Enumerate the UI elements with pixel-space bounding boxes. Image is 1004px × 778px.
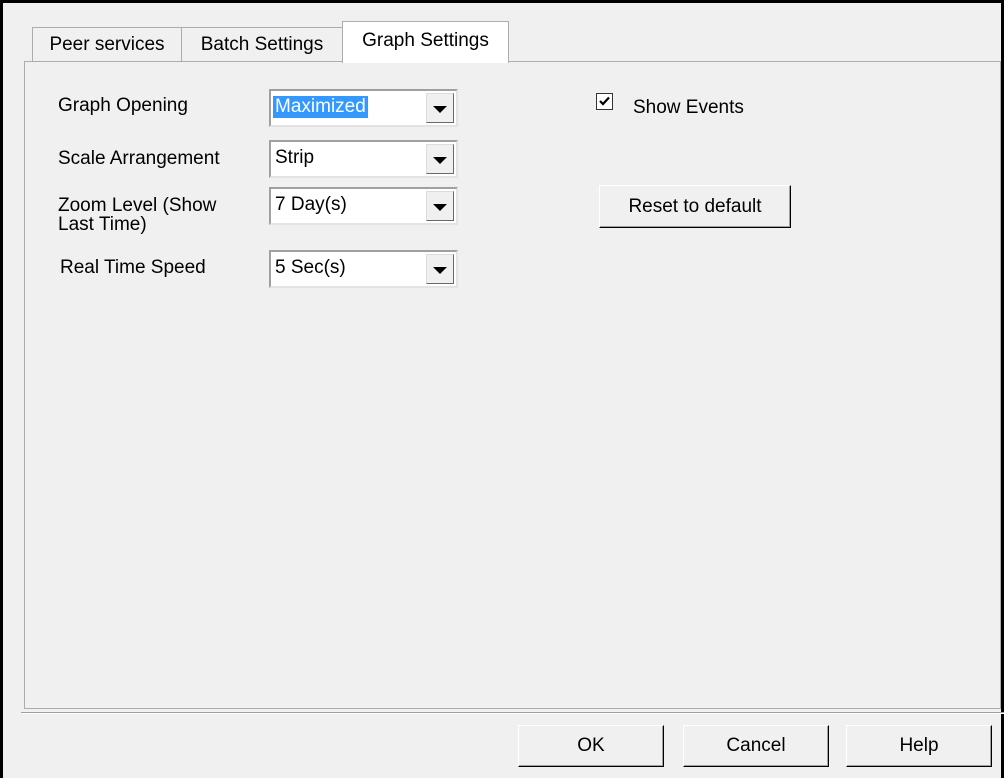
graph-opening-dropdown-button[interactable] <box>426 93 454 123</box>
real-time-speed-value: 5 Sec(s) <box>275 257 346 278</box>
settings-dialog: Peer services Batch Settings Graph Setti… <box>0 0 1004 778</box>
scale-arrangement-dropdown-button[interactable] <box>426 144 454 174</box>
zoom-level-label-line2: Last Time) <box>58 214 147 235</box>
scale-arrangement-value: Strip <box>275 147 315 168</box>
tab-batch-settings[interactable]: Batch Settings <box>181 27 343 61</box>
chevron-down-icon <box>433 203 447 211</box>
real-time-speed-select[interactable]: 5 Sec(s) <box>269 250 458 288</box>
zoom-level-label-line1: Zoom Level (Show <box>58 195 217 216</box>
graph-opening-label: Graph Opening <box>58 95 188 116</box>
cancel-button[interactable]: Cancel <box>683 725 829 767</box>
zoom-level-value: 7 Day(s) <box>275 194 347 215</box>
zoom-level-dropdown-button[interactable] <box>426 191 454 221</box>
graph-settings-panel: Graph Opening Maximized Scale Arrangemen… <box>24 61 1001 709</box>
tab-peer-services[interactable]: Peer services <box>32 27 182 61</box>
graph-opening-select[interactable]: Maximized <box>269 89 458 127</box>
show-events-label[interactable]: Show Events <box>633 97 744 119</box>
ok-button[interactable]: OK <box>518 725 664 767</box>
zoom-level-select[interactable]: 7 Day(s) <box>269 187 458 225</box>
graph-opening-value: Maximized <box>273 96 368 118</box>
chevron-down-icon <box>433 156 447 164</box>
checkmark-icon <box>599 96 610 106</box>
help-button[interactable]: Help <box>846 725 992 767</box>
footer-divider <box>21 712 1004 714</box>
real-time-speed-label: Real Time Speed <box>60 257 206 278</box>
scale-arrangement-select[interactable]: Strip <box>269 140 458 178</box>
zoom-level-label: Zoom Level (Show Last Time) <box>58 196 216 234</box>
tab-graph-settings[interactable]: Graph Settings <box>342 21 509 63</box>
chevron-down-icon <box>433 105 447 113</box>
reset-to-default-button[interactable]: Reset to default <box>599 185 791 228</box>
chevron-down-icon <box>433 266 447 274</box>
real-time-speed-dropdown-button[interactable] <box>426 254 454 284</box>
show-events-checkbox[interactable] <box>596 93 613 110</box>
scale-arrangement-label: Scale Arrangement <box>58 148 220 169</box>
